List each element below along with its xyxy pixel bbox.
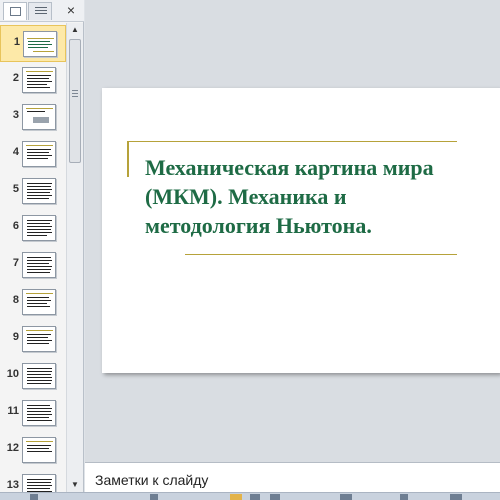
thumbnail-slide-8[interactable]: 8	[0, 284, 66, 321]
status-icon	[30, 494, 38, 500]
notes-placeholder: Заметки к слайду	[95, 472, 209, 488]
slide-title[interactable]: Механическая картина мира (МКМ). Механик…	[145, 153, 465, 240]
thumbnail-slide-4[interactable]: 4	[0, 136, 66, 173]
tab-outline[interactable]	[28, 2, 52, 20]
thumbnail-slide-5[interactable]: 5	[0, 173, 66, 210]
slide-thumbnail	[23, 31, 57, 57]
slide-number: 12	[6, 442, 19, 454]
slide-thumbnail	[22, 400, 56, 426]
slide-thumbnail	[22, 326, 56, 352]
slide-number: 9	[12, 331, 19, 343]
outline-icon	[35, 7, 47, 17]
slide-number: 3	[12, 109, 19, 121]
slide-thumbnail	[22, 104, 56, 130]
slide-thumbnail	[22, 363, 56, 389]
title-accent-line-bottom	[185, 254, 457, 255]
slide-icon	[10, 7, 21, 16]
slide-thumbnail	[22, 141, 56, 167]
slide-number: 8	[12, 294, 19, 306]
slide-number: 13	[6, 479, 19, 491]
slide-thumbnail	[22, 252, 56, 278]
spellcheck-icon[interactable]	[150, 494, 158, 500]
thumbnail-slide-7[interactable]: 7	[0, 247, 66, 284]
thumbnail-slide-12[interactable]: 12	[0, 432, 66, 469]
slide-thumbnail	[22, 474, 56, 492]
title-accent-bar-left	[127, 141, 129, 177]
notes-pane[interactable]: Заметки к слайду	[85, 462, 500, 492]
slide-number: 4	[12, 146, 19, 158]
zoom-slider[interactable]	[400, 494, 408, 500]
pane-tabs: ×	[0, 0, 84, 22]
status-bar	[0, 492, 500, 500]
slide-thumbnail	[22, 289, 56, 315]
zoom-in-icon[interactable]	[450, 494, 462, 500]
scroll-down-arrow-icon[interactable]: ▼	[67, 478, 83, 492]
slide-number: 6	[12, 220, 19, 232]
thumbnail-slide-9[interactable]: 9	[0, 321, 66, 358]
thumbnail-slide-13[interactable]: 13	[0, 469, 66, 492]
slide-edit-area: Механическая картина мира (МКМ). Механик…	[85, 0, 500, 462]
scroll-thumb[interactable]	[69, 39, 81, 163]
thumbnail-scrollbar[interactable]: ▲ ▼	[66, 23, 83, 492]
slide-number: 7	[12, 257, 19, 269]
thumbnail-slide-3[interactable]: 3	[0, 99, 66, 136]
slide-number: 5	[12, 183, 19, 195]
close-icon: ×	[66, 2, 76, 18]
slide-thumbnail	[22, 215, 56, 241]
slides-thumbnail-pane: × 1 2 3 4 5 6 7 8 9 10 11 12 13 ▲ ▼	[0, 0, 84, 492]
thumbnail-slide-11[interactable]: 11	[0, 395, 66, 432]
zoom-out-icon[interactable]	[340, 494, 352, 500]
slide-thumbnail	[22, 67, 56, 93]
tab-slides[interactable]	[3, 2, 27, 20]
normal-view-icon[interactable]	[230, 494, 242, 500]
slide-canvas[interactable]: Механическая картина мира (МКМ). Механик…	[102, 88, 500, 373]
slide-number: 10	[6, 368, 19, 380]
thumbnail-slide-10[interactable]: 10	[0, 358, 66, 395]
slide-number: 11	[7, 405, 19, 417]
scroll-grip-icon	[72, 90, 78, 99]
slide-thumbnail	[22, 178, 56, 204]
scroll-up-arrow-icon[interactable]: ▲	[67, 23, 83, 37]
reading-view-icon[interactable]	[270, 494, 280, 500]
thumbnail-slide-2[interactable]: 2	[0, 62, 66, 99]
title-accent-line-top	[127, 141, 457, 142]
thumbnail-list: 1 2 3 4 5 6 7 8 9 10 11 12 13	[0, 23, 66, 492]
powerpoint-window: × 1 2 3 4 5 6 7 8 9 10 11 12 13 ▲ ▼ Меха…	[0, 0, 500, 500]
thumbnail-slide-6[interactable]: 6	[0, 210, 66, 247]
thumbnail-slide-1[interactable]: 1	[0, 25, 66, 62]
sorter-view-icon[interactable]	[250, 494, 260, 500]
close-pane-button[interactable]: ×	[62, 2, 80, 20]
slide-number: 1	[13, 36, 20, 48]
slide-thumbnail	[22, 437, 56, 463]
slide-number: 2	[12, 72, 19, 84]
